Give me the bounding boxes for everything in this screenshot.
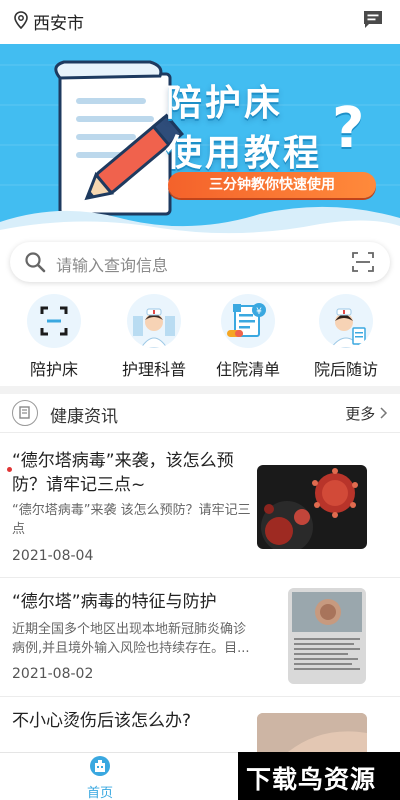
article-title: “德尔塔”病毒的特征与防护 — [12, 592, 217, 612]
hospital-list-icon: ¥ — [221, 294, 275, 348]
more-label: 更多 — [345, 405, 376, 423]
more-link[interactable]: 更多 — [345, 403, 388, 424]
category-companion-bed[interactable]: 陪护床 — [4, 294, 104, 380]
article-title: “德尔塔病毒”来袭，该怎么预防？请牢记三点~ — [12, 451, 234, 495]
section-divider — [0, 386, 400, 394]
article-thumbnail — [257, 713, 367, 752]
banner-title-line2: 使用教程 — [166, 133, 323, 174]
promo-banner[interactable]: 陪护床 使用教程 ? 三分钟教你快速使用 — [0, 44, 400, 240]
article-summary: “德尔塔病毒”来袭 该怎么预防？请牢记三点 — [12, 503, 251, 537]
list-item[interactable]: “德尔塔病毒”来袭，该怎么预防？请牢记三点~ “德尔塔病毒”来袭 该怎么预防？请… — [0, 433, 400, 576]
location-label: 西安市 — [33, 14, 84, 34]
virus-document-image — [288, 588, 366, 684]
banner-title-line1: 陪护床 — [166, 83, 284, 124]
article-thumbnail — [257, 465, 367, 549]
search-icon — [24, 251, 46, 277]
article-title: 不小心烫伤后该怎么办? — [12, 711, 192, 731]
chevron-right-icon — [380, 405, 388, 423]
top-bar: 西安市 — [0, 0, 400, 44]
nurse-icon — [127, 294, 181, 348]
category-hospital-list[interactable]: ¥ 住院清单 — [198, 294, 298, 380]
watermark-logo: 下载鸟资源 — [238, 752, 400, 800]
followup-doctor-icon — [319, 294, 373, 348]
category-label: 住院清单 — [215, 360, 280, 379]
location-selector[interactable]: 西安市 — [14, 9, 84, 34]
search-bar[interactable]: 请输入查询信息 — [10, 242, 390, 282]
location-pin-icon — [14, 10, 28, 33]
home-icon — [89, 756, 111, 781]
search-input[interactable]: 请输入查询信息 — [56, 252, 168, 276]
list-item[interactable]: “德尔塔”病毒的特征与防护 近期全国多个地区出现本地新冠肺炎确诊病例,并且境外输… — [0, 578, 400, 695]
category-label: 院后随访 — [313, 360, 378, 379]
question-mark: ? — [332, 96, 365, 161]
article-summary: 近期全国多个地区出现本地新冠肺炎确诊病例,并且境外输入风险也持续存在。目... — [12, 622, 250, 656]
category-label: 陪护床 — [29, 360, 78, 379]
scan-icon[interactable] — [352, 252, 374, 276]
banner-wave-decoration — [0, 206, 400, 240]
article-date: 2021-08-02 — [12, 666, 94, 682]
banner-subtitle-pill: 三分钟教你快速使用 — [168, 172, 376, 198]
category-followup[interactable]: 院后随访 — [296, 294, 396, 380]
scan-bed-icon — [27, 294, 81, 348]
watermark-text: 下载鸟资源 — [246, 765, 377, 794]
svg-text:¥: ¥ — [256, 307, 262, 317]
list-item[interactable]: 不小心烫伤后该怎么办? — [0, 697, 400, 752]
tab-home[interactable]: 首页 — [80, 755, 120, 800]
tab-home-label: 首页 — [86, 786, 113, 800]
news-section-title: 健康资讯 — [50, 407, 118, 427]
virus-image — [257, 465, 367, 549]
article-thumbnail — [288, 588, 366, 684]
category-nursing-science[interactable]: 护理科普 — [104, 294, 204, 380]
article-date: 2021-08-04 — [12, 548, 94, 564]
news-icon — [12, 400, 38, 426]
burn-image — [257, 713, 367, 752]
news-section-header: 健康资讯 更多 — [0, 394, 400, 432]
category-label: 护理科普 — [121, 360, 186, 379]
category-grid: 陪护床 护理科普 ¥ 住院清单 院后随访 — [0, 290, 400, 386]
message-icon[interactable] — [362, 9, 384, 35]
